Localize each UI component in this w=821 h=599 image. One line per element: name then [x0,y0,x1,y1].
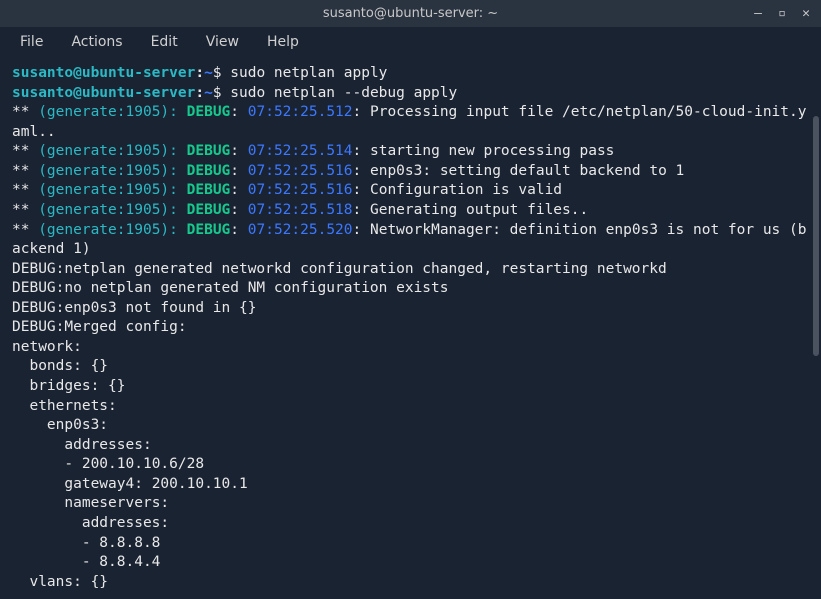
debug-line: ** (generate:1905): DEBUG: 07:52:25.520:… [12,221,809,260]
output-line: DEBUG:enp0s3 not found in {} [12,299,809,319]
output-line: nameservers: [12,494,809,514]
titlebar: susanto@ubuntu-server: ~ — ▫ ✕ [0,0,821,28]
output-line: gateway4: 200.10.10.1 [12,475,809,495]
debug-line: ** (generate:1905): DEBUG: 07:52:25.512:… [12,103,809,142]
debug-msg: Generating output files.. [370,202,588,218]
menu-file[interactable]: File [8,30,55,54]
output-line: vlans: {} [12,573,809,593]
output-line: addresses: [12,514,809,534]
generate-tag: (generate:1905): [38,182,178,198]
debug-label: DEBUG [187,143,231,159]
output-line: addresses: [12,436,809,456]
debug-label: DEBUG [187,163,231,179]
generate-tag: (generate:1905): [38,202,178,218]
stars: ** [12,182,29,198]
stars: ** [12,163,29,179]
output-line: bonds: {} [12,357,809,377]
prompt-user-host: susanto@ubuntu-server [12,65,195,81]
stars: ** [12,104,29,120]
prompt-colon: : [195,85,204,101]
timestamp: 07:52:25.512 [248,104,353,120]
debug-label: DEBUG [187,222,231,238]
prompt-colon: : [195,65,204,81]
output-line: network: [12,338,809,358]
debug-line: ** (generate:1905): DEBUG: 07:52:25.516:… [12,162,809,182]
output-line: - 200.10.10.6/28 [12,455,809,475]
prompt-symbol: $ [213,85,222,101]
timestamp: 07:52:25.520 [248,222,353,238]
debug-line: ** (generate:1905): DEBUG: 07:52:25.516:… [12,181,809,201]
stars: ** [12,202,29,218]
generate-tag: (generate:1905): [38,104,178,120]
command-text: sudo netplan apply [230,65,387,81]
prompt-path: ~ [204,65,213,81]
prompt-symbol: $ [213,65,222,81]
minimize-icon[interactable]: — [751,6,765,21]
close-icon[interactable]: ✕ [799,6,813,21]
output-line: DEBUG:Merged config: [12,318,809,338]
timestamp: 07:52:25.514 [248,143,353,159]
output-line: enp0s3: [12,416,809,436]
prompt-line: susanto@ubuntu-server:~$ sudo netplan --… [12,84,809,104]
menu-help[interactable]: Help [255,30,311,54]
debug-line: ** (generate:1905): DEBUG: 07:52:25.514:… [12,142,809,162]
menubar: File Actions Edit View Help [0,28,821,56]
menu-edit[interactable]: Edit [139,30,190,54]
timestamp: 07:52:25.518 [248,202,353,218]
output-line: DEBUG:no netplan generated NM configurat… [12,279,809,299]
timestamp: 07:52:25.516 [248,182,353,198]
debug-msg: starting new processing pass [370,143,614,159]
output-line: ethernets: [12,397,809,417]
window-controls: — ▫ ✕ [751,6,813,21]
debug-label: DEBUG [187,202,231,218]
output-line: - 8.8.4.4 [12,553,809,573]
output-line: DEBUG:netplan generated networkd configu… [12,260,809,280]
debug-line: ** (generate:1905): DEBUG: 07:52:25.518:… [12,201,809,221]
debug-label: DEBUG [187,182,231,198]
command-text: sudo netplan --debug apply [230,85,457,101]
timestamp: 07:52:25.516 [248,163,353,179]
window-title: susanto@ubuntu-server: ~ [323,6,498,21]
stars: ** [12,143,29,159]
terminal-content[interactable]: susanto@ubuntu-server:~$ sudo netplan ap… [0,56,821,599]
menu-view[interactable]: View [194,30,251,54]
prompt-user-host: susanto@ubuntu-server [12,85,195,101]
scrollbar[interactable] [813,116,819,356]
generate-tag: (generate:1905): [38,143,178,159]
stars: ** [12,222,29,238]
debug-label: DEBUG [187,104,231,120]
debug-msg: enp0s3: setting default backend to 1 [370,163,684,179]
output-line: - 8.8.8.8 [12,534,809,554]
menu-actions[interactable]: Actions [59,30,134,54]
debug-msg: Configuration is valid [370,182,562,198]
output-line: bridges: {} [12,377,809,397]
prompt-path: ~ [204,85,213,101]
maximize-icon[interactable]: ▫ [775,6,789,21]
prompt-line: susanto@ubuntu-server:~$ sudo netplan ap… [12,64,809,84]
generate-tag: (generate:1905): [38,163,178,179]
generate-tag: (generate:1905): [38,222,178,238]
